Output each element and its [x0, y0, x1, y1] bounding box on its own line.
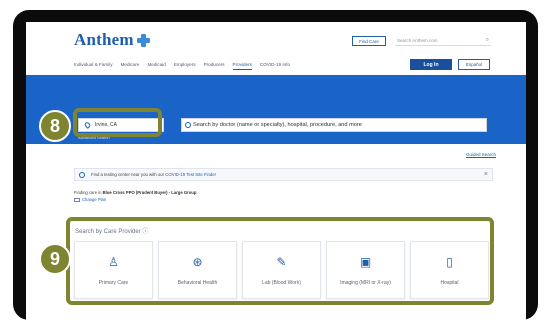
espanol-button[interactable]: Español	[458, 59, 490, 70]
logo-text: Anthem	[74, 30, 134, 49]
guided-search-link[interactable]: Guided Search	[466, 152, 496, 157]
covid-notice-banner: Find a testing center near you with our …	[74, 168, 493, 181]
annotation-highlight-location	[73, 108, 162, 137]
provider-search-placeholder: Search by doctor (name or specialty), ho…	[193, 122, 362, 128]
annotation-highlight-care-providers	[66, 217, 494, 305]
nav-producers[interactable]: Producers	[204, 62, 225, 70]
covid-test-site-finder-link[interactable]: COVID-19 Test Site Finder	[165, 172, 216, 177]
login-button[interactable]: Log In	[410, 59, 452, 70]
nav-covid-info[interactable]: COVID-19 Info	[260, 62, 290, 70]
step-8-badge: 8	[39, 110, 71, 142]
step-9-badge: 9	[39, 243, 71, 275]
cross-icon	[136, 33, 150, 47]
notice-text: Find a testing center near you with our …	[91, 172, 216, 177]
search-icon[interactable]: ⌕	[486, 37, 489, 44]
anthem-logo[interactable]: Anthem	[74, 30, 150, 50]
nav-providers[interactable]: Providers	[232, 62, 252, 70]
find-care-button[interactable]: Find Care	[352, 36, 386, 46]
main-nav: Individual & Family Medicare Medicaid Em…	[74, 62, 290, 70]
nav-medicare[interactable]: Medicare	[121, 62, 140, 70]
close-icon[interactable]: ×	[484, 171, 488, 178]
info-icon	[79, 171, 85, 178]
plan-prefix: Finding care in	[74, 190, 102, 195]
provider-search-input[interactable]: Search by doctor (name or specialty), ho…	[181, 118, 487, 132]
plan-name: Blue Cross PPO (Prudent Buyer) - Large G…	[102, 190, 197, 195]
notice-message: Find a testing center near you with our	[91, 172, 165, 177]
card-icon	[74, 197, 80, 202]
search-icon	[185, 122, 191, 128]
nav-individual-family[interactable]: Individual & Family	[74, 62, 113, 70]
nav-medicaid[interactable]: Medicaid	[147, 62, 165, 70]
nav-employers[interactable]: Employers	[174, 62, 196, 70]
site-search-input[interactable]: Search Anthem.com ⌕	[395, 36, 491, 46]
current-plan: Finding care in Blue Cross PPO (Prudent …	[74, 190, 196, 195]
change-plan-label: Change Plan	[82, 197, 107, 202]
change-plan-link[interactable]: Change Plan	[74, 197, 106, 202]
site-search-placeholder: Search Anthem.com	[397, 38, 438, 43]
